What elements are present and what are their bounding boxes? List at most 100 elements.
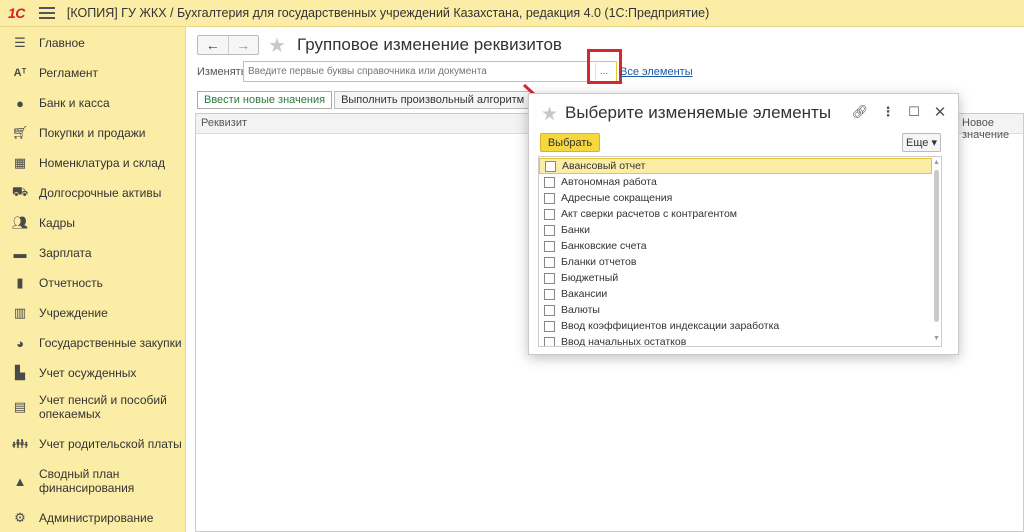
checkbox[interactable]: [544, 320, 555, 332]
list-item[interactable]: Авансовый отчет: [539, 158, 932, 174]
list-item[interactable]: Валюты: [539, 302, 932, 318]
checkbox[interactable]: [544, 176, 555, 188]
sidebar-item-salary[interactable]: ▬ Зарплата: [0, 245, 186, 261]
grid-icon: ▦: [13, 155, 27, 170]
app-logo: 1С: [8, 5, 25, 21]
close-icon[interactable]: ✕: [932, 104, 948, 121]
sidebar-item-label: Учет осужденных: [39, 366, 137, 380]
checkbox[interactable]: [544, 224, 555, 236]
regulation-icon: Аᵀ: [13, 67, 27, 79]
list-item-label: Валюты: [561, 304, 600, 316]
favorite-star-icon[interactable]: ★: [268, 33, 286, 58]
change-field: [243, 61, 617, 82]
gear-icon: ⚙: [14, 510, 26, 525]
menu-icon[interactable]: [38, 7, 55, 19]
checkbox[interactable]: [544, 288, 555, 300]
window-title: [КОПИЯ] ГУ ЖКХ / Бухгалтерия для государ…: [66, 6, 710, 20]
sidebar-item-label: Банк и касса: [39, 96, 110, 110]
checkbox[interactable]: [544, 272, 555, 284]
coin-icon: ●: [16, 95, 24, 111]
list-item-label: Авансовый отчет: [562, 160, 646, 172]
sidebar-item-nomenclature[interactable]: ▦ Номенклатура и склад: [0, 155, 186, 171]
list-item[interactable]: Акт сверки расчетов с контрагентом: [539, 206, 932, 222]
list-item-label: Адресные сокращения: [561, 192, 673, 204]
list-item[interactable]: Вакансии: [539, 286, 932, 302]
checkbox[interactable]: [544, 336, 555, 346]
forward-arrow-icon[interactable]: →: [227, 36, 259, 54]
list-item[interactable]: Адресные сокращения: [539, 190, 932, 206]
more-button[interactable]: Еще ▾: [902, 133, 941, 152]
title-bar: 1С [КОПИЯ] ГУ ЖКХ / Бухгалтерия для госу…: [0, 0, 1024, 27]
page-title: Групповое изменение реквизитов: [297, 35, 562, 54]
sidebar-item-hr[interactable]: 👥︎ Кадры: [0, 215, 186, 231]
list-scrollbar[interactable]: ▲ ▼: [933, 159, 940, 345]
sidebar-item-reporting[interactable]: ▮ Отчетность: [0, 275, 186, 291]
select-elements-dialog: ★ Выберите изменяемые элементы 🔗︎ ⋮ ☐ ✕ …: [528, 93, 959, 355]
salary-icon: ▬: [13, 245, 27, 261]
checkbox[interactable]: [544, 256, 555, 268]
back-arrow-icon[interactable]: ←: [198, 36, 228, 54]
tab-new-values[interactable]: Ввести новые значения: [197, 91, 333, 109]
sidebar-item-regulation[interactable]: Аᵀ Регламент: [0, 65, 186, 81]
sidebar-item-label: Покупки и продажи: [39, 126, 146, 140]
list-item[interactable]: Бланки отчетов: [539, 254, 932, 270]
sidebar-item-label: Зарплата: [39, 246, 92, 260]
truck-icon: ⛟: [11, 184, 29, 199]
all-elements-link[interactable]: Все элементы: [620, 66, 693, 78]
scroll-up-icon[interactable]: ▲: [933, 159, 940, 167]
sidebar-item-admin[interactable]: ⚙ Администрирование: [0, 510, 186, 526]
checkbox[interactable]: [545, 160, 556, 172]
scroll-down-icon[interactable]: ▼: [933, 335, 940, 343]
list-item[interactable]: Банковские счета: [539, 238, 932, 254]
maximize-icon[interactable]: ☐: [906, 104, 922, 120]
sidebar-item-label: Учет пенсий и пособий опекаемых: [39, 393, 167, 421]
list-item-label: Бланки отчетов: [561, 256, 637, 268]
sidebar-item-bank[interactable]: ● Банк и касса: [0, 95, 186, 111]
list-item[interactable]: Ввод начальных остатков: [539, 334, 932, 346]
sidebar-item-label: Государственные закупки: [39, 336, 182, 350]
sidebar-item-pensions[interactable]: ▤ Учет пенсий и пособий опекаемых: [0, 392, 186, 422]
dialog-title: Выберите изменяемые элементы: [565, 103, 832, 122]
checkbox[interactable]: [544, 240, 555, 252]
action-tabs: Ввести новые значения Выполнить произвол…: [197, 91, 532, 109]
sidebar-item-main[interactable]: ☰ Главное: [0, 35, 186, 51]
bar-chart-icon: ▮: [16, 275, 24, 290]
sidebar-item-institution[interactable]: ▥ Учреждение: [0, 305, 186, 321]
sidebar-item-label: Учет родительской платы: [39, 437, 182, 451]
list-item-label: Банковские счета: [561, 240, 647, 252]
sidebar-item-procurement[interactable]: ◕ Государственные закупки: [0, 335, 186, 351]
list-item-label: Вакансии: [561, 288, 608, 300]
sidebar-item-assets[interactable]: ⛟ Долгосрочные активы: [0, 184, 186, 201]
procurement-icon: ◕: [16, 335, 24, 351]
sidebar-item-label: Кадры: [39, 216, 75, 230]
choose-button[interactable]: Выбрать: [540, 133, 600, 152]
change-input[interactable]: [244, 62, 592, 81]
sidebar-item-purchases[interactable]: 🛒︎ Покупки и продажи: [0, 125, 186, 141]
scroll-thumb[interactable]: [934, 170, 939, 322]
checkbox[interactable]: [544, 304, 555, 316]
list-item-label: Акт сверки расчетов с контрагентом: [561, 208, 737, 220]
list-item[interactable]: Ввод коэффициентов индексации заработка: [539, 318, 932, 334]
sidebar-item-label: Отчетность: [39, 276, 103, 290]
column-header-new-value: Новое значение: [962, 117, 1010, 141]
list-item[interactable]: Автономная работа: [539, 174, 932, 190]
link-icon[interactable]: 🔗︎: [852, 104, 869, 120]
sidebar-item-label: Регламент: [39, 66, 98, 80]
sidebar-item-financing-plan[interactable]: ▲ Сводный план финансирования: [0, 466, 186, 496]
change-label: Изменять:: [197, 66, 250, 78]
list-item[interactable]: Банки: [539, 222, 932, 238]
sidebar: ☰ Главное Аᵀ Регламент ● Банк и касса 🛒︎…: [0, 27, 186, 532]
sidebar-item-label: Учреждение: [39, 306, 108, 320]
person-group-icon: ▙: [15, 365, 25, 380]
checkbox[interactable]: [544, 192, 555, 204]
list-item[interactable]: Бюджетный: [539, 270, 932, 286]
list-item-label: Ввод коэффициентов индексации заработка: [561, 320, 780, 332]
sidebar-item-parental-fee[interactable]: 👪︎ Учет родительской платы: [0, 436, 186, 452]
checkbox[interactable]: [544, 208, 555, 220]
dialog-favorite-star-icon[interactable]: ★: [541, 103, 558, 126]
column-header-attribute: Реквизит: [201, 117, 247, 129]
sidebar-item-label: Номенклатура и склад: [39, 156, 165, 170]
tab-custom-algorithm[interactable]: Выполнить произвольный алгоритм: [334, 91, 532, 109]
sidebar-item-convicts[interactable]: ▙ Учет осужденных: [0, 365, 186, 381]
more-vertical-icon[interactable]: ⋮: [880, 104, 896, 120]
